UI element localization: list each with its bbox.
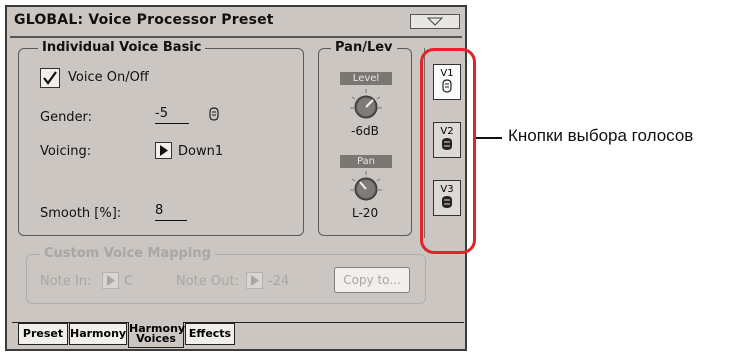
note-out-value: -24 [268, 274, 290, 289]
pan-value: L-20 [352, 206, 379, 220]
title-divider [10, 36, 462, 38]
voicing-label: Voicing: [40, 144, 92, 159]
voicing-value: Down1 [178, 144, 224, 159]
callout-text: Кнопки выбора голосов [508, 126, 694, 145]
voicing-popup-button[interactable] [155, 142, 172, 159]
note-in-popup-button[interactable] [102, 272, 119, 289]
tab-harmony[interactable]: Harmony [69, 323, 127, 345]
level-knob[interactable] [349, 88, 383, 126]
smooth-label: Smooth [%]: [40, 206, 122, 221]
level-value: -6dB [351, 124, 379, 138]
tab-harmony-voices[interactable]: Harmony Voices [128, 322, 185, 348]
knob-icon [350, 171, 382, 201]
knob-icon [350, 89, 382, 119]
tab-preset[interactable]: Preset [18, 323, 68, 345]
tab-harmony-voices-line2: Voices [136, 332, 176, 345]
tab-effects[interactable]: Effects [185, 323, 235, 345]
triangle-right-icon [160, 145, 168, 156]
voice-buttons-highlight [420, 48, 476, 254]
pan-lev-title: Pan/Lev [331, 40, 397, 55]
custom-mapping-title: Custom Voice Mapping [40, 246, 215, 261]
page-menu-button[interactable] [410, 14, 460, 29]
checkmark-icon [43, 71, 57, 85]
note-in-value: C [124, 274, 134, 289]
voice-on-off-checkbox[interactable] [40, 68, 60, 88]
gender-label: Gender: [40, 110, 93, 125]
pan-knob[interactable] [349, 170, 383, 208]
gender-value: -5 [155, 106, 168, 121]
triangle-right-icon [107, 275, 115, 286]
copy-to-button[interactable]: Copy to... [334, 267, 410, 293]
note-in-label: Note In: [40, 274, 92, 289]
smooth-field[interactable]: 8 [155, 203, 187, 221]
level-label: Level [340, 72, 392, 85]
face-icon [208, 106, 220, 125]
triangle-down-icon [426, 17, 444, 26]
callout-line [476, 137, 502, 139]
gender-field[interactable]: -5 [155, 106, 189, 124]
voice-basic-title: Individual Voice Basic [38, 40, 206, 55]
pan-label: Pan [340, 155, 392, 168]
note-out-label: Note Out: [176, 274, 239, 289]
triangle-right-icon [251, 275, 259, 286]
note-out-popup-button[interactable] [246, 272, 263, 289]
smooth-value: 8 [155, 203, 164, 218]
voice-on-off-label: Voice On/Off [68, 70, 149, 85]
window-title: GLOBAL: Voice Processor Preset [14, 12, 274, 28]
